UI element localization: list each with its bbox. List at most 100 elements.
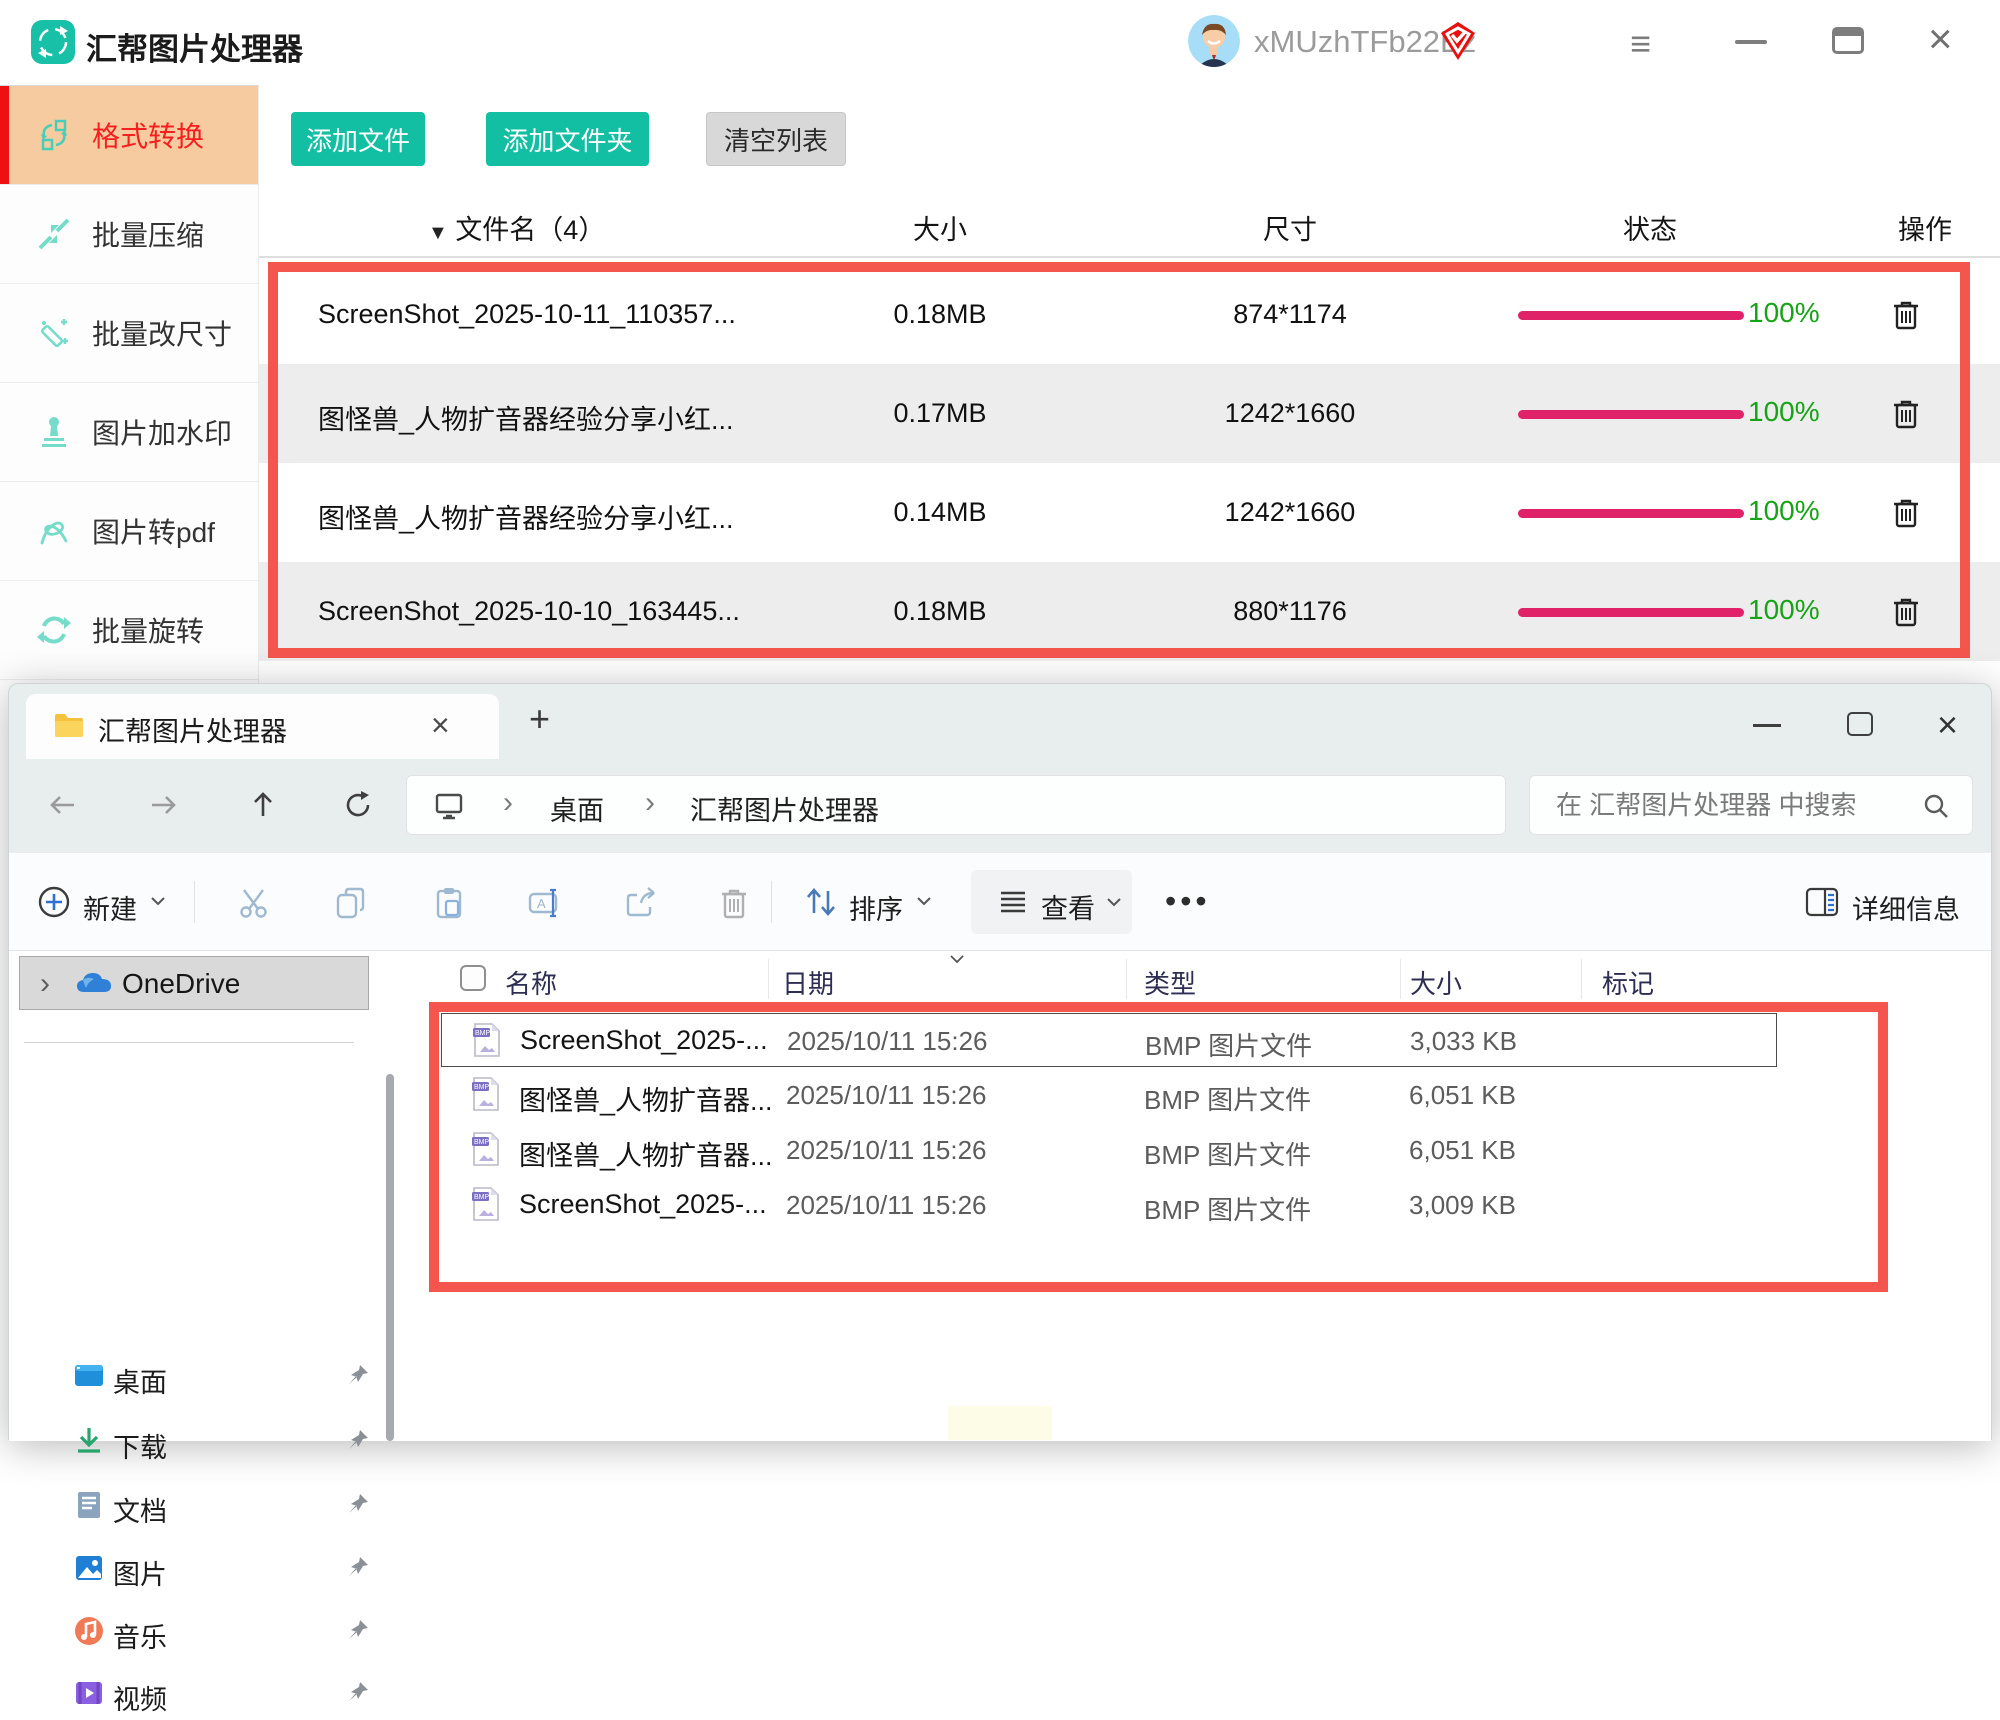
pin-icon[interactable] [345, 1554, 371, 1580]
batch-rotate-icon [36, 612, 72, 648]
sidebar-item-label: 音乐 [113, 1616, 167, 1655]
file-table-header: ▼ 文件名（4） 大小 尺寸 状态 操作 [259, 190, 2000, 258]
sort-desc-icon: ▼ [428, 222, 448, 244]
explorer-toolbar: 新建 A [9, 853, 1991, 951]
view-button[interactable]: 查看 [971, 870, 1132, 934]
folder-icon [53, 711, 85, 739]
pin-icon[interactable] [345, 1427, 371, 1453]
column-divider[interactable] [1581, 959, 1582, 999]
sort-button[interactable]: 排序 [849, 888, 903, 927]
add-file-label: 添加文件 [306, 121, 410, 158]
copy-icon[interactable] [333, 885, 369, 921]
sidebar-item-watermark[interactable]: 图片加水印 [0, 383, 258, 482]
sidebar-item-videos[interactable]: 视频 [9, 1666, 379, 1720]
avatar[interactable] [1188, 15, 1240, 67]
app-maximize-button[interactable] [1832, 27, 1864, 54]
music-icon [73, 1615, 105, 1647]
details-pane-icon[interactable] [1805, 886, 1841, 918]
rename-icon[interactable]: A [527, 885, 563, 921]
new-item-icon[interactable] [37, 885, 71, 919]
downloads-icon [73, 1425, 105, 1457]
paste-icon[interactable] [432, 885, 468, 921]
column-filename[interactable]: ▼ 文件名（4） [428, 208, 605, 247]
sidebar-item-documents[interactable]: 文档 [9, 1478, 379, 1532]
forward-icon[interactable] [146, 788, 180, 822]
onedrive-icon [74, 970, 114, 998]
column-divider[interactable] [768, 959, 769, 999]
vip-badge-icon[interactable] [1438, 20, 1478, 62]
app-title: 汇帮图片处理器 [86, 24, 303, 69]
explorer-minimize-button[interactable] [1753, 724, 1781, 727]
select-all-checkbox[interactable] [460, 965, 486, 991]
sidebar-item-desktop[interactable]: 桌面 [9, 1349, 379, 1403]
breadcrumb-chevron: › [645, 786, 655, 820]
batch-compress-icon [36, 216, 72, 252]
column-date[interactable]: 日期 [782, 964, 834, 1001]
sidebar-item-format-convert[interactable]: 格式转换 [0, 86, 258, 185]
explorer-maximize-button[interactable] [1847, 712, 1873, 736]
pin-icon[interactable] [345, 1679, 371, 1705]
app-titlebar: 汇帮图片处理器 xMUzhTFb22Ez ≡ × [0, 0, 2000, 85]
sidebar-item-label: 图片转pdf [92, 511, 215, 551]
clear-list-button[interactable]: 清空列表 [706, 112, 846, 166]
annotation-rectangle-app-list [268, 262, 1970, 658]
sidebar-item-batch-rotate[interactable]: 批量旋转 [0, 581, 258, 680]
share-icon[interactable] [623, 885, 659, 921]
breadcrumb-current-folder[interactable]: 汇帮图片处理器 [690, 789, 879, 828]
sidebar-item-downloads[interactable]: 下载 [9, 1414, 379, 1468]
tab-close-icon[interactable]: × [431, 707, 450, 744]
sidebar-item-onedrive[interactable]: › OneDrive [19, 956, 369, 1010]
videos-icon [73, 1677, 105, 1709]
new-button[interactable]: 新建 [83, 888, 137, 927]
toolbar-divider [771, 881, 772, 923]
breadcrumb-desktop[interactable]: 桌面 [550, 789, 604, 828]
sidebar-item-batch-resize[interactable]: 批量改尺寸 [0, 284, 258, 383]
search-box[interactable] [1529, 775, 1973, 835]
more-options-icon[interactable]: ••• [1165, 883, 1211, 920]
column-action: 操作 [1898, 208, 1952, 247]
sidebar-item-music[interactable]: 音乐 [9, 1604, 379, 1658]
explorer-close-button[interactable]: × [1937, 704, 1958, 746]
sidebar-divider [24, 1042, 354, 1043]
up-icon[interactable] [246, 788, 280, 822]
sidebar-item-pictures[interactable]: 图片 [9, 1541, 379, 1595]
new-tab-icon[interactable]: + [529, 698, 550, 740]
pin-icon[interactable] [345, 1617, 371, 1643]
sort-icon[interactable] [804, 885, 838, 919]
app-minimize-button[interactable] [1735, 40, 1767, 44]
svg-text:A: A [537, 896, 546, 911]
sidebar-item-label: 下载 [113, 1426, 167, 1465]
sidebar-scrollbar[interactable] [386, 1074, 394, 1441]
app-close-button[interactable]: × [1928, 18, 1953, 60]
column-name[interactable]: 名称 [505, 964, 557, 1001]
delete-icon[interactable] [716, 885, 752, 921]
column-divider[interactable] [1126, 959, 1127, 999]
this-pc-icon [433, 790, 465, 822]
column-tags[interactable]: 标记 [1602, 964, 1654, 1001]
column-type[interactable]: 类型 [1144, 964, 1196, 1001]
pin-icon[interactable] [345, 1362, 371, 1388]
details-button[interactable]: 详细信息 [1852, 888, 1960, 927]
sidebar-item-batch-compress[interactable]: 批量压缩 [0, 185, 258, 284]
refresh-icon[interactable] [341, 788, 375, 822]
column-dimensions: 尺寸 [1263, 208, 1317, 247]
annotation-rectangle-explorer-list [429, 1002, 1888, 1292]
explorer-tab[interactable]: 汇帮图片处理器 × [26, 694, 499, 759]
cut-icon[interactable] [237, 885, 273, 921]
image-to-pdf-icon [36, 513, 72, 549]
chevron-down-icon [915, 895, 933, 907]
expand-chevron-icon[interactable]: › [40, 967, 50, 1001]
pin-icon[interactable] [345, 1491, 371, 1517]
search-input[interactable] [1556, 782, 1916, 828]
search-icon[interactable] [1922, 792, 1950, 820]
column-divider[interactable] [1400, 959, 1401, 999]
menu-icon[interactable]: ≡ [1630, 26, 1651, 62]
back-icon[interactable] [46, 788, 80, 822]
add-file-button[interactable]: 添加文件 [291, 112, 425, 166]
add-folder-button[interactable]: 添加文件夹 [486, 112, 649, 166]
tab-title: 汇帮图片处理器 [98, 710, 287, 749]
column-size[interactable]: 大小 [1410, 964, 1462, 1001]
batch-resize-icon [36, 315, 72, 351]
address-bar[interactable]: › 桌面 › 汇帮图片处理器 [406, 775, 1506, 835]
sidebar-item-image-to-pdf[interactable]: 图片转pdf [0, 482, 258, 581]
